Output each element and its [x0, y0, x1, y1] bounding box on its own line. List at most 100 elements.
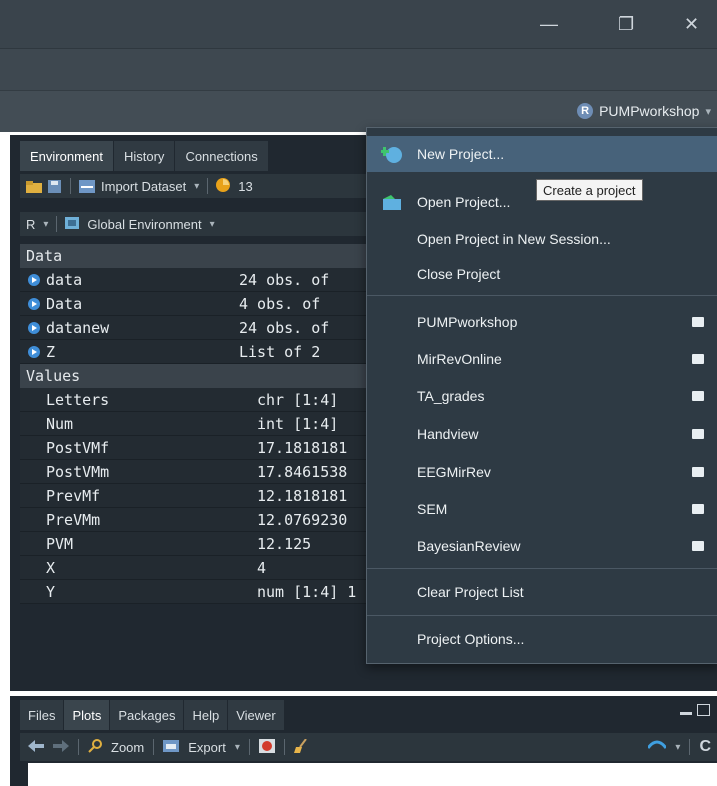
chevron-down-icon[interactable]: ▾ — [235, 742, 240, 753]
new-project-icon — [380, 145, 403, 163]
menu-item-label: Project Options... — [417, 631, 525, 647]
menu-item-new-project[interactable]: New Project... — [367, 136, 717, 172]
tab-plots[interactable]: Plots — [64, 700, 111, 730]
forward-arrow-icon[interactable] — [53, 739, 69, 755]
minimize-pane-icon[interactable] — [680, 712, 692, 715]
open-new-window-icon[interactable] — [692, 317, 704, 327]
back-arrow-icon[interactable] — [28, 739, 44, 755]
chevron-down-icon[interactable]: ▾ — [194, 181, 199, 192]
import-dataset-icon — [79, 180, 95, 193]
project-indicator[interactable]: R PUMPworkshop ▾ — [577, 101, 711, 121]
open-project-icon — [381, 193, 403, 211]
restore-icon[interactable]: ❐ — [618, 14, 634, 34]
global-environment-icon — [65, 216, 80, 232]
toolbar-divider — [70, 178, 71, 194]
r-project-icon: R — [577, 103, 594, 119]
chevron-down-icon[interactable]: ▾ — [675, 742, 680, 753]
plots-toolbar: Zoom Export ▾ ▾ C — [20, 733, 717, 761]
menu-item-recent-project[interactable]: TA_grades — [367, 378, 717, 414]
tab-connections[interactable]: Connections — [175, 141, 269, 171]
menu-item-recent-project[interactable]: MirRevOnline — [367, 341, 717, 377]
open-new-window-icon[interactable] — [692, 541, 704, 551]
object-name: PreVMm — [46, 510, 101, 529]
toolbar-divider — [207, 178, 209, 194]
toolbar-divider — [248, 739, 250, 755]
menu-item-label: EEGMirRev — [417, 464, 491, 480]
menu-item-label: MirRevOnline — [417, 351, 502, 367]
expand-object-icon[interactable] — [28, 273, 40, 286]
chevron-down-icon[interactable]: ▾ — [43, 219, 48, 230]
object-name: datanew — [46, 318, 110, 337]
menu-item-label: PUMPworkshop — [417, 314, 518, 330]
menu-item-label: Open Project in New Session... — [417, 231, 611, 247]
menu-divider — [367, 615, 717, 616]
refresh-icon[interactable]: C — [699, 738, 711, 756]
object-name: Y — [46, 582, 56, 601]
open-new-window-icon[interactable] — [692, 354, 704, 364]
import-dataset-button[interactable]: Import Dataset — [101, 179, 186, 194]
object-name: X — [46, 558, 56, 577]
menu-divider — [367, 295, 717, 296]
menu-item-close-project[interactable]: Close Project — [367, 256, 717, 292]
project-name: PUMPworkshop — [599, 103, 700, 119]
open-new-window-icon[interactable] — [692, 391, 704, 401]
language-select[interactable]: R — [26, 217, 35, 232]
menu-item-project-options[interactable]: Project Options... — [367, 621, 717, 657]
object-name: Data — [46, 294, 83, 313]
tooltip: Create a project — [536, 179, 643, 201]
menu-item-recent-project[interactable]: BayesianReview — [367, 528, 717, 564]
menu-item-label: SEM — [417, 501, 448, 517]
remove-plot-icon[interactable] — [258, 738, 275, 756]
zoom-button[interactable]: Zoom — [111, 740, 144, 755]
toolbar-divider — [153, 739, 155, 755]
menu-item-clear-project-list[interactable]: Clear Project List — [367, 574, 717, 610]
tab-help[interactable]: Help — [184, 700, 229, 730]
tab-viewer[interactable]: Viewer — [228, 700, 285, 730]
minimize-icon[interactable]: — — [540, 14, 558, 34]
menu-item-label: Clear Project List — [417, 584, 524, 600]
expand-object-icon[interactable] — [28, 345, 40, 358]
close-icon[interactable]: ✕ — [684, 14, 699, 34]
menu-item-recent-project[interactable]: EEGMirRev — [367, 454, 717, 490]
menu-item-open-new-session[interactable]: Open Project in New Session... — [367, 221, 717, 257]
maximize-pane-icon[interactable] — [697, 704, 710, 716]
object-name: PVM — [46, 534, 74, 553]
object-name: Letters — [46, 390, 110, 409]
open-new-window-icon[interactable] — [692, 504, 704, 514]
environment-select[interactable]: Global Environment — [87, 217, 201, 232]
tab-environment[interactable]: Environment — [20, 141, 114, 171]
tab-history[interactable]: History — [113, 141, 176, 171]
open-folder-icon[interactable] — [26, 180, 42, 193]
open-new-window-icon[interactable] — [692, 429, 704, 439]
files-plots-tabs: Files Plots Packages Help Viewer — [20, 700, 285, 730]
menu-item-label: TA_grades — [417, 388, 485, 404]
menu-item-recent-project[interactable]: PUMPworkshop — [367, 304, 717, 340]
menu-divider — [367, 568, 717, 569]
open-new-window-icon[interactable] — [692, 467, 704, 477]
plot-area — [28, 763, 717, 786]
export-icon — [163, 739, 180, 755]
memory-usage-text[interactable]: 13 — [238, 179, 252, 194]
menubar — [0, 48, 717, 91]
project-menu: New Project... Open Project... Open Proj… — [366, 127, 717, 664]
menu-item-recent-project[interactable]: SEM — [367, 491, 717, 527]
menu-item-recent-project[interactable]: Handview — [367, 416, 717, 452]
object-name: PrevMf — [46, 486, 101, 505]
chevron-down-icon[interactable]: ▾ — [210, 219, 215, 230]
save-icon[interactable] — [48, 180, 62, 193]
menu-item-label: Close Project — [417, 266, 501, 282]
tab-files[interactable]: Files — [20, 700, 65, 730]
publish-icon[interactable] — [647, 740, 668, 755]
object-name: PostVMf — [46, 438, 110, 457]
expand-object-icon[interactable] — [28, 321, 40, 334]
toolbar-divider — [78, 739, 79, 755]
export-button[interactable]: Export — [188, 740, 226, 755]
zoom-icon — [88, 738, 102, 756]
window-titlebar: — ❐ ✕ — [0, 0, 717, 48]
toolbar-divider — [56, 216, 58, 232]
clear-plots-broom-icon[interactable] — [293, 737, 308, 756]
menu-item-label: Handview — [417, 426, 479, 442]
object-name: PostVMm — [46, 462, 110, 481]
tab-packages[interactable]: Packages — [110, 700, 185, 730]
expand-object-icon[interactable] — [28, 297, 40, 310]
